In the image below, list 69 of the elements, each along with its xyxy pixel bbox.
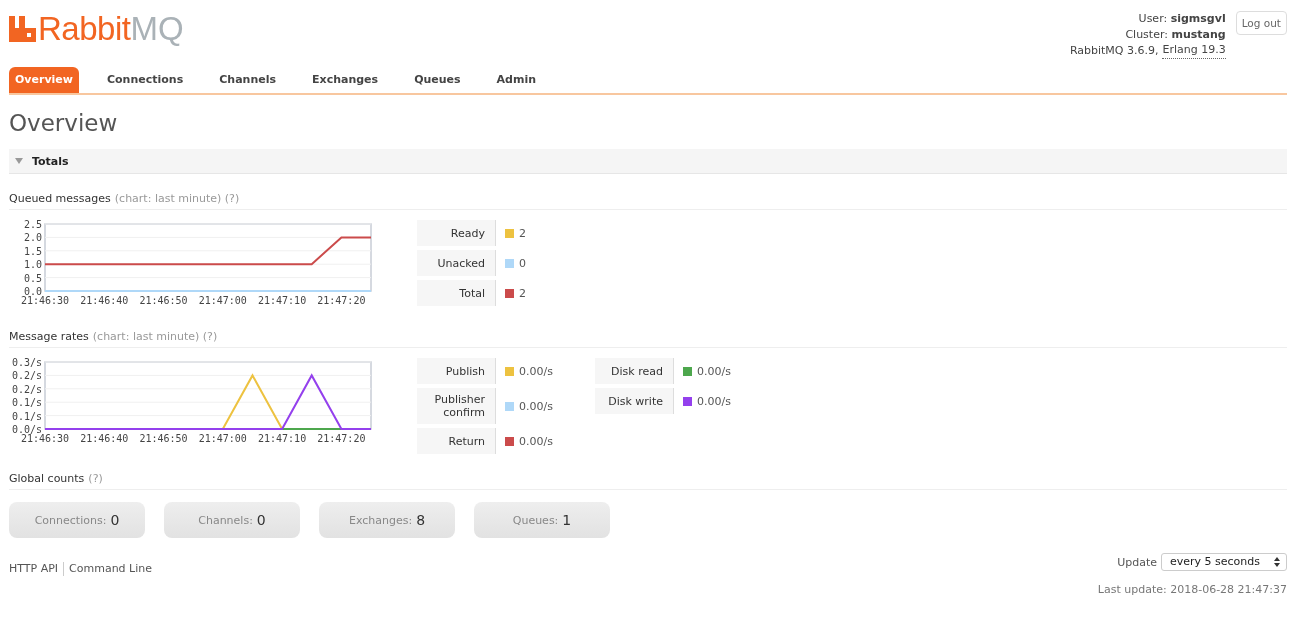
count-button[interactable]: Queues: 1 xyxy=(474,502,610,538)
logo-icon xyxy=(9,16,36,42)
version-label: RabbitMQ 3.6.9, xyxy=(1069,43,1159,59)
logo-suffix: MQ xyxy=(130,12,184,46)
last-update-text: Last update: 2018-06-28 21:47:37 xyxy=(1097,583,1287,596)
legend-value: 2 xyxy=(519,226,526,240)
x-tick-label: 21:47:20 xyxy=(317,433,366,444)
logout-button[interactable]: Log out xyxy=(1235,11,1287,35)
update-select[interactable]: every 5 seconds xyxy=(1160,553,1287,571)
subsection-title: Queued messages xyxy=(9,192,111,205)
legend-value: 0.00/s xyxy=(697,364,731,378)
update-label: Update xyxy=(1117,555,1157,569)
x-tick-label: 21:46:50 xyxy=(139,433,188,444)
nav-tab[interactable]: Exchanges xyxy=(296,67,395,93)
footer-link[interactable]: HTTP API xyxy=(9,562,64,576)
nav-tab[interactable]: Channels xyxy=(203,67,292,93)
y-tick-label: 0.0/s xyxy=(11,424,42,435)
page-title: Overview xyxy=(9,109,119,137)
footer-link[interactable]: Command Line xyxy=(63,562,158,576)
y-tick-label: 0.5 xyxy=(23,272,42,284)
user-label: User: sigmsgvl xyxy=(1138,11,1226,27)
legend-label: Publisher confirm xyxy=(417,388,496,424)
legend-value: 0.00/s xyxy=(519,364,553,378)
y-tick-label: 1.5 xyxy=(23,245,42,257)
count-button[interactable]: Exchanges: 8 xyxy=(319,502,455,538)
legend-value: 2 xyxy=(519,286,526,300)
count-button[interactable]: Connections: 0 xyxy=(9,502,145,538)
legend-label: Disk write xyxy=(595,388,674,414)
y-tick-label: 0.1/s xyxy=(11,397,42,409)
x-tick-label: 21:46:30 xyxy=(20,433,70,444)
x-tick-label: 21:47:10 xyxy=(258,433,307,444)
y-tick-label: 0.2/s xyxy=(11,370,42,382)
x-tick-label: 21:47:20 xyxy=(317,295,366,306)
nav-tab[interactable]: Connections xyxy=(91,67,200,93)
x-tick-label: 21:46:40 xyxy=(80,433,129,444)
y-tick-label: 0.3/s xyxy=(11,357,42,368)
legend-label: Unacked xyxy=(417,250,496,276)
y-tick-label: 1.0 xyxy=(23,259,42,271)
logo-text: Rabbit xyxy=(38,12,131,46)
y-tick-label: 0.1/s xyxy=(11,410,42,422)
nav-tab[interactable]: Queues xyxy=(398,67,477,93)
legend-label: Ready xyxy=(417,220,496,246)
y-tick-label: 0.2/s xyxy=(11,383,42,395)
y-tick-label: 0.0 xyxy=(23,286,42,297)
cluster-label: Cluster: mustang xyxy=(1125,27,1226,43)
x-tick-label: 21:46:50 xyxy=(139,295,188,306)
x-tick-label: 21:47:00 xyxy=(198,433,247,444)
subsection-title: Global counts xyxy=(9,472,85,485)
legend-label: Publish xyxy=(417,358,496,384)
count-button[interactable]: Channels: 0 xyxy=(164,502,300,538)
legend-label: Return xyxy=(417,428,496,454)
y-tick-label: 2.0 xyxy=(23,232,42,244)
legend-value: 0.00/s xyxy=(697,394,731,408)
stepper-icon xyxy=(1274,556,1280,567)
legend-value: 0 xyxy=(519,256,526,270)
section-title: Totals xyxy=(32,154,69,168)
nav-tab[interactable]: Admin xyxy=(480,67,553,93)
legend-value: 0.00/s xyxy=(519,399,553,413)
erlang-link[interactable]: Erlang 19.3 xyxy=(1162,43,1226,59)
legend-label: Total xyxy=(417,280,496,306)
legend-label: Disk read xyxy=(595,358,674,384)
y-tick-label: 2.5 xyxy=(23,219,42,230)
x-tick-label: 21:47:00 xyxy=(198,295,247,306)
x-tick-label: 21:46:30 xyxy=(20,295,70,306)
subsection-title: Message rates xyxy=(9,330,89,343)
section-header[interactable]: Totals xyxy=(9,149,1287,174)
legend-value: 0.00/s xyxy=(519,434,553,448)
x-tick-label: 21:46:40 xyxy=(80,295,129,306)
x-tick-label: 21:47:10 xyxy=(258,295,307,306)
